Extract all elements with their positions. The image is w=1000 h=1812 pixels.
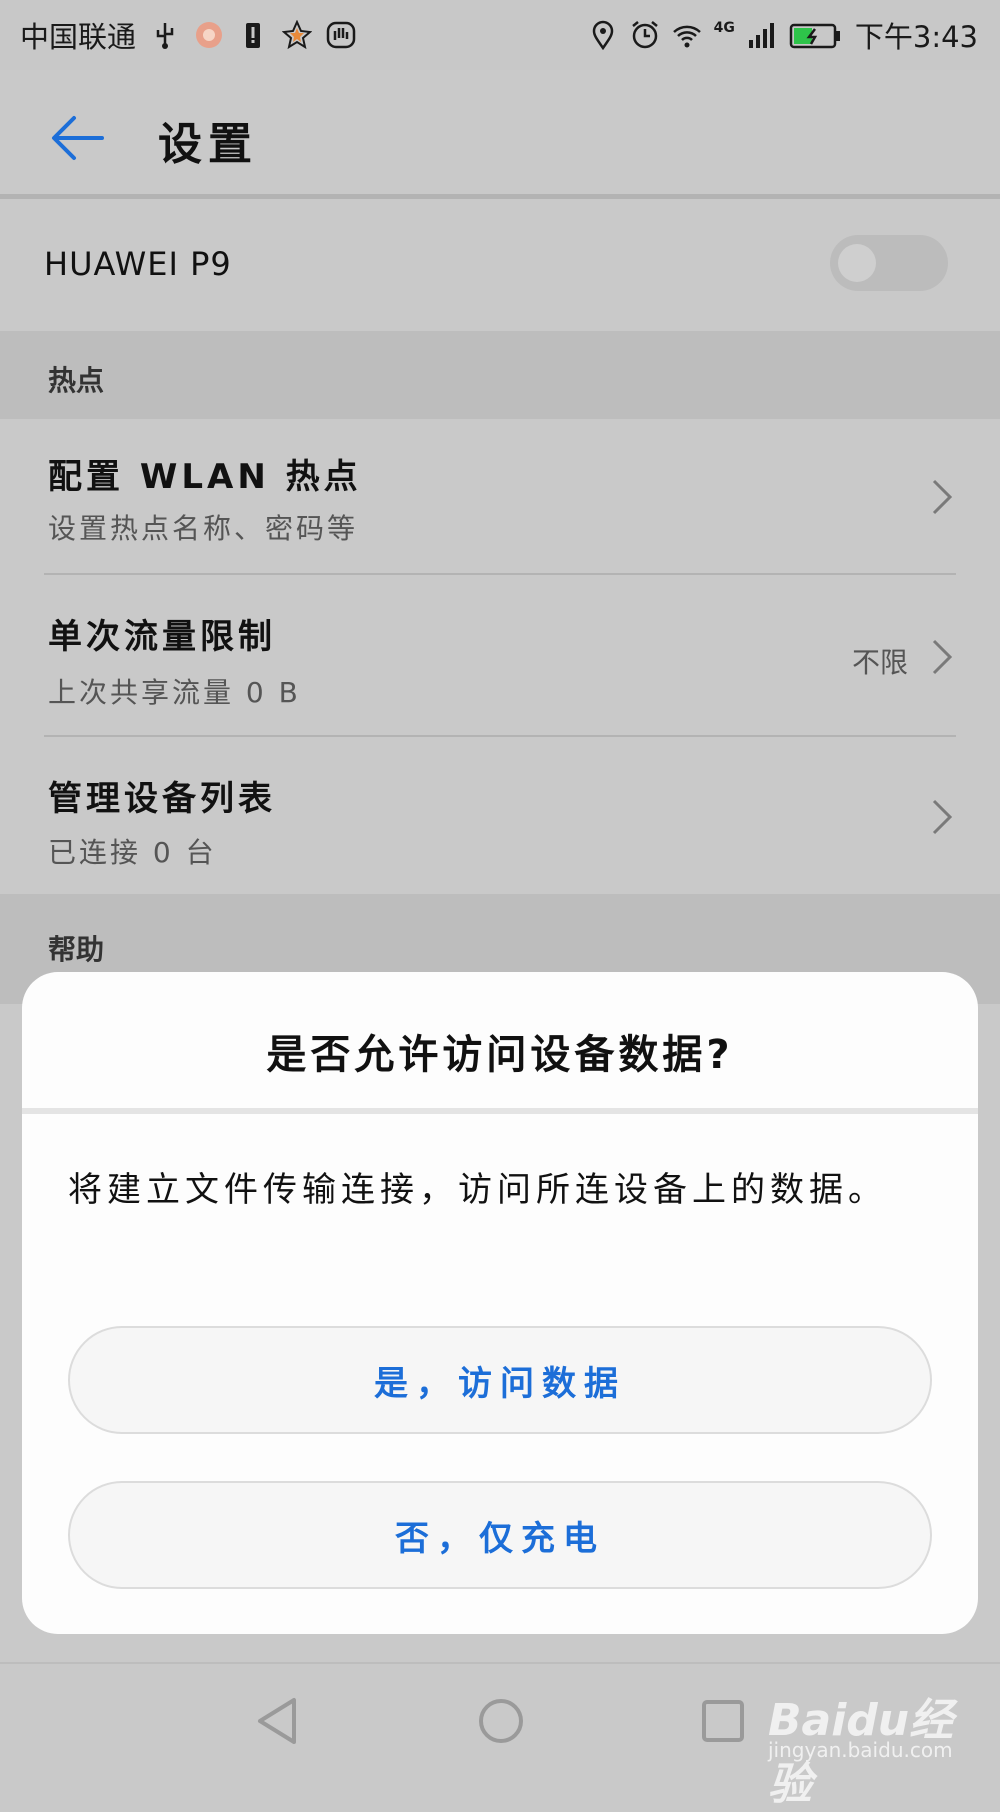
- usb-icon: [156, 23, 174, 49]
- list-item-configure-wlan[interactable]: 配置 WLAN 热点 设置热点名称、密码等: [0, 419, 1000, 575]
- dialog-divider: [22, 1108, 978, 1114]
- row-title: 单次流量限制: [48, 617, 276, 657]
- home-circle-icon[interactable]: [476, 1696, 526, 1746]
- dialog-message: 将建立文件传输连接，访问所连设备上的数据。: [68, 1170, 887, 1210]
- star-icon: [282, 20, 313, 50]
- network-type-label: 4G: [713, 20, 735, 36]
- chevron-right-icon: [932, 639, 953, 675]
- clock-label: 下午3:43: [854, 20, 978, 54]
- row-subtitle: 上次共享流量 0 B: [48, 676, 301, 709]
- watermark-url: jingyan.baidu.com: [768, 1738, 953, 1762]
- app-header: 设置: [0, 70, 1000, 199]
- battery-alert-icon: [246, 23, 261, 48]
- hotspot-toggle[interactable]: [830, 235, 948, 291]
- list-item-data-limit[interactable]: 单次流量限制 上次共享流量 0 B 不限: [0, 575, 1000, 736]
- alarm-icon: [631, 21, 658, 49]
- chevron-right-icon: [932, 479, 953, 515]
- recents-square-icon[interactable]: [698, 1696, 748, 1746]
- page-title: 设置: [158, 119, 258, 170]
- location-icon: [592, 20, 613, 50]
- section-label-help: 帮助: [48, 933, 105, 966]
- hand-icon: [326, 21, 356, 49]
- chevron-right-icon: [932, 799, 953, 835]
- status-bar: 中国联通 4G 下午3:43: [0, 0, 1000, 70]
- back-triangle-icon[interactable]: [254, 1696, 304, 1746]
- carrier-label: 中国联通: [20, 20, 137, 54]
- signal-icon: [748, 23, 774, 48]
- allow-access-button[interactable]: 是，访问数据: [68, 1326, 932, 1434]
- battery-charging-icon: [789, 23, 840, 49]
- app-notification-icon: [196, 22, 223, 48]
- row-subtitle: 已连接 0 台: [48, 836, 217, 869]
- row-title: 管理设备列表: [48, 779, 276, 819]
- row-value: 不限: [851, 646, 908, 679]
- row-title: 配置 WLAN 热点: [48, 457, 362, 497]
- section-header-hotspot: 热点: [0, 331, 1000, 419]
- usb-access-dialog: 是否允许访问设备数据? 将建立文件传输连接，访问所连设备上的数据。 是，访问数据…: [22, 972, 978, 1634]
- back-arrow-icon[interactable]: [48, 108, 108, 168]
- row-subtitle: 设置热点名称、密码等: [48, 512, 359, 545]
- status-right: 4G 下午3:43: [588, 14, 978, 56]
- baidu-watermark: Baidu经验 jingyan.baidu.com: [768, 1670, 968, 1810]
- section-label-hotspot: 热点: [48, 364, 105, 397]
- status-left: 中国联通: [20, 14, 356, 56]
- wifi-icon: [672, 25, 701, 48]
- toggle-knob: [838, 244, 876, 282]
- list-item-manage-devices[interactable]: 管理设备列表 已连接 0 台: [0, 737, 1000, 894]
- charge-only-button[interactable]: 否，仅充电: [68, 1481, 932, 1589]
- device-name: HUAWEI P9: [44, 245, 232, 283]
- device-hotspot-row: HUAWEI P9: [0, 199, 1000, 331]
- dialog-title: 是否允许访问设备数据?: [266, 1032, 734, 1078]
